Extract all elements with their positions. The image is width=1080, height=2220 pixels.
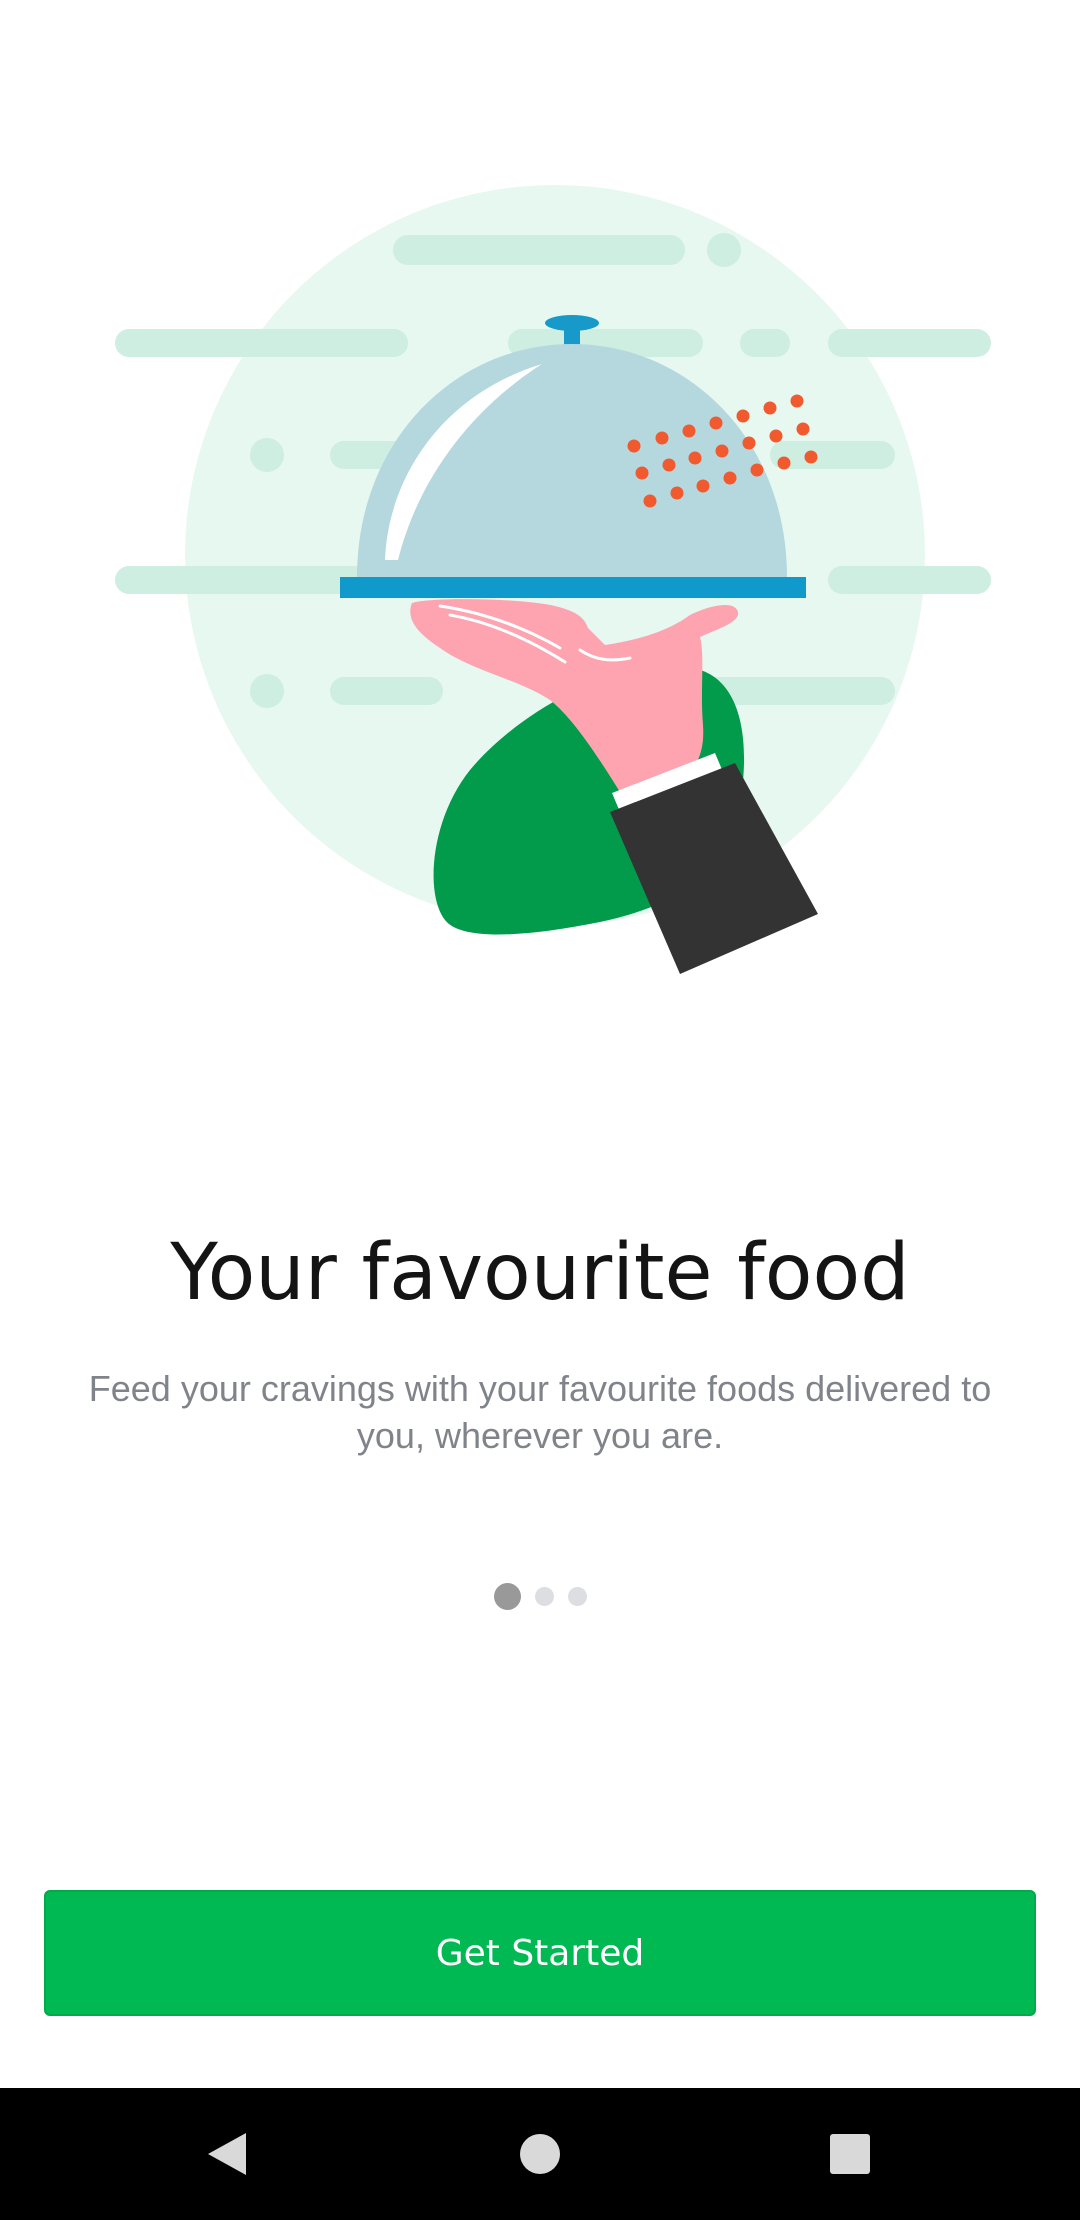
onboarding-title: Your favourite food (170, 1228, 910, 1318)
page-indicator-dot[interactable] (534, 1586, 554, 1606)
home-circle-icon (520, 2134, 560, 2174)
system-navigation-bar (0, 2088, 1080, 2220)
recents-button[interactable] (775, 2088, 925, 2220)
page-indicator-dot[interactable] (567, 1586, 587, 1606)
serving-cloche-illustration (115, 185, 991, 974)
recents-square-icon (830, 2134, 870, 2174)
onboarding-subtitle: Feed your cravings with your favourite f… (88, 1368, 992, 1456)
get-started-button[interactable]: Get Started (44, 1890, 1036, 2016)
home-button[interactable] (465, 2088, 615, 2220)
back-triangle-icon (208, 2133, 246, 2175)
page-indicator-dot-active[interactable] (493, 1582, 521, 1610)
back-button[interactable] (152, 2088, 302, 2220)
onboarding-screen: Your favourite food Feed your cravings w… (0, 0, 1080, 2220)
page-indicator (0, 1582, 1080, 1610)
